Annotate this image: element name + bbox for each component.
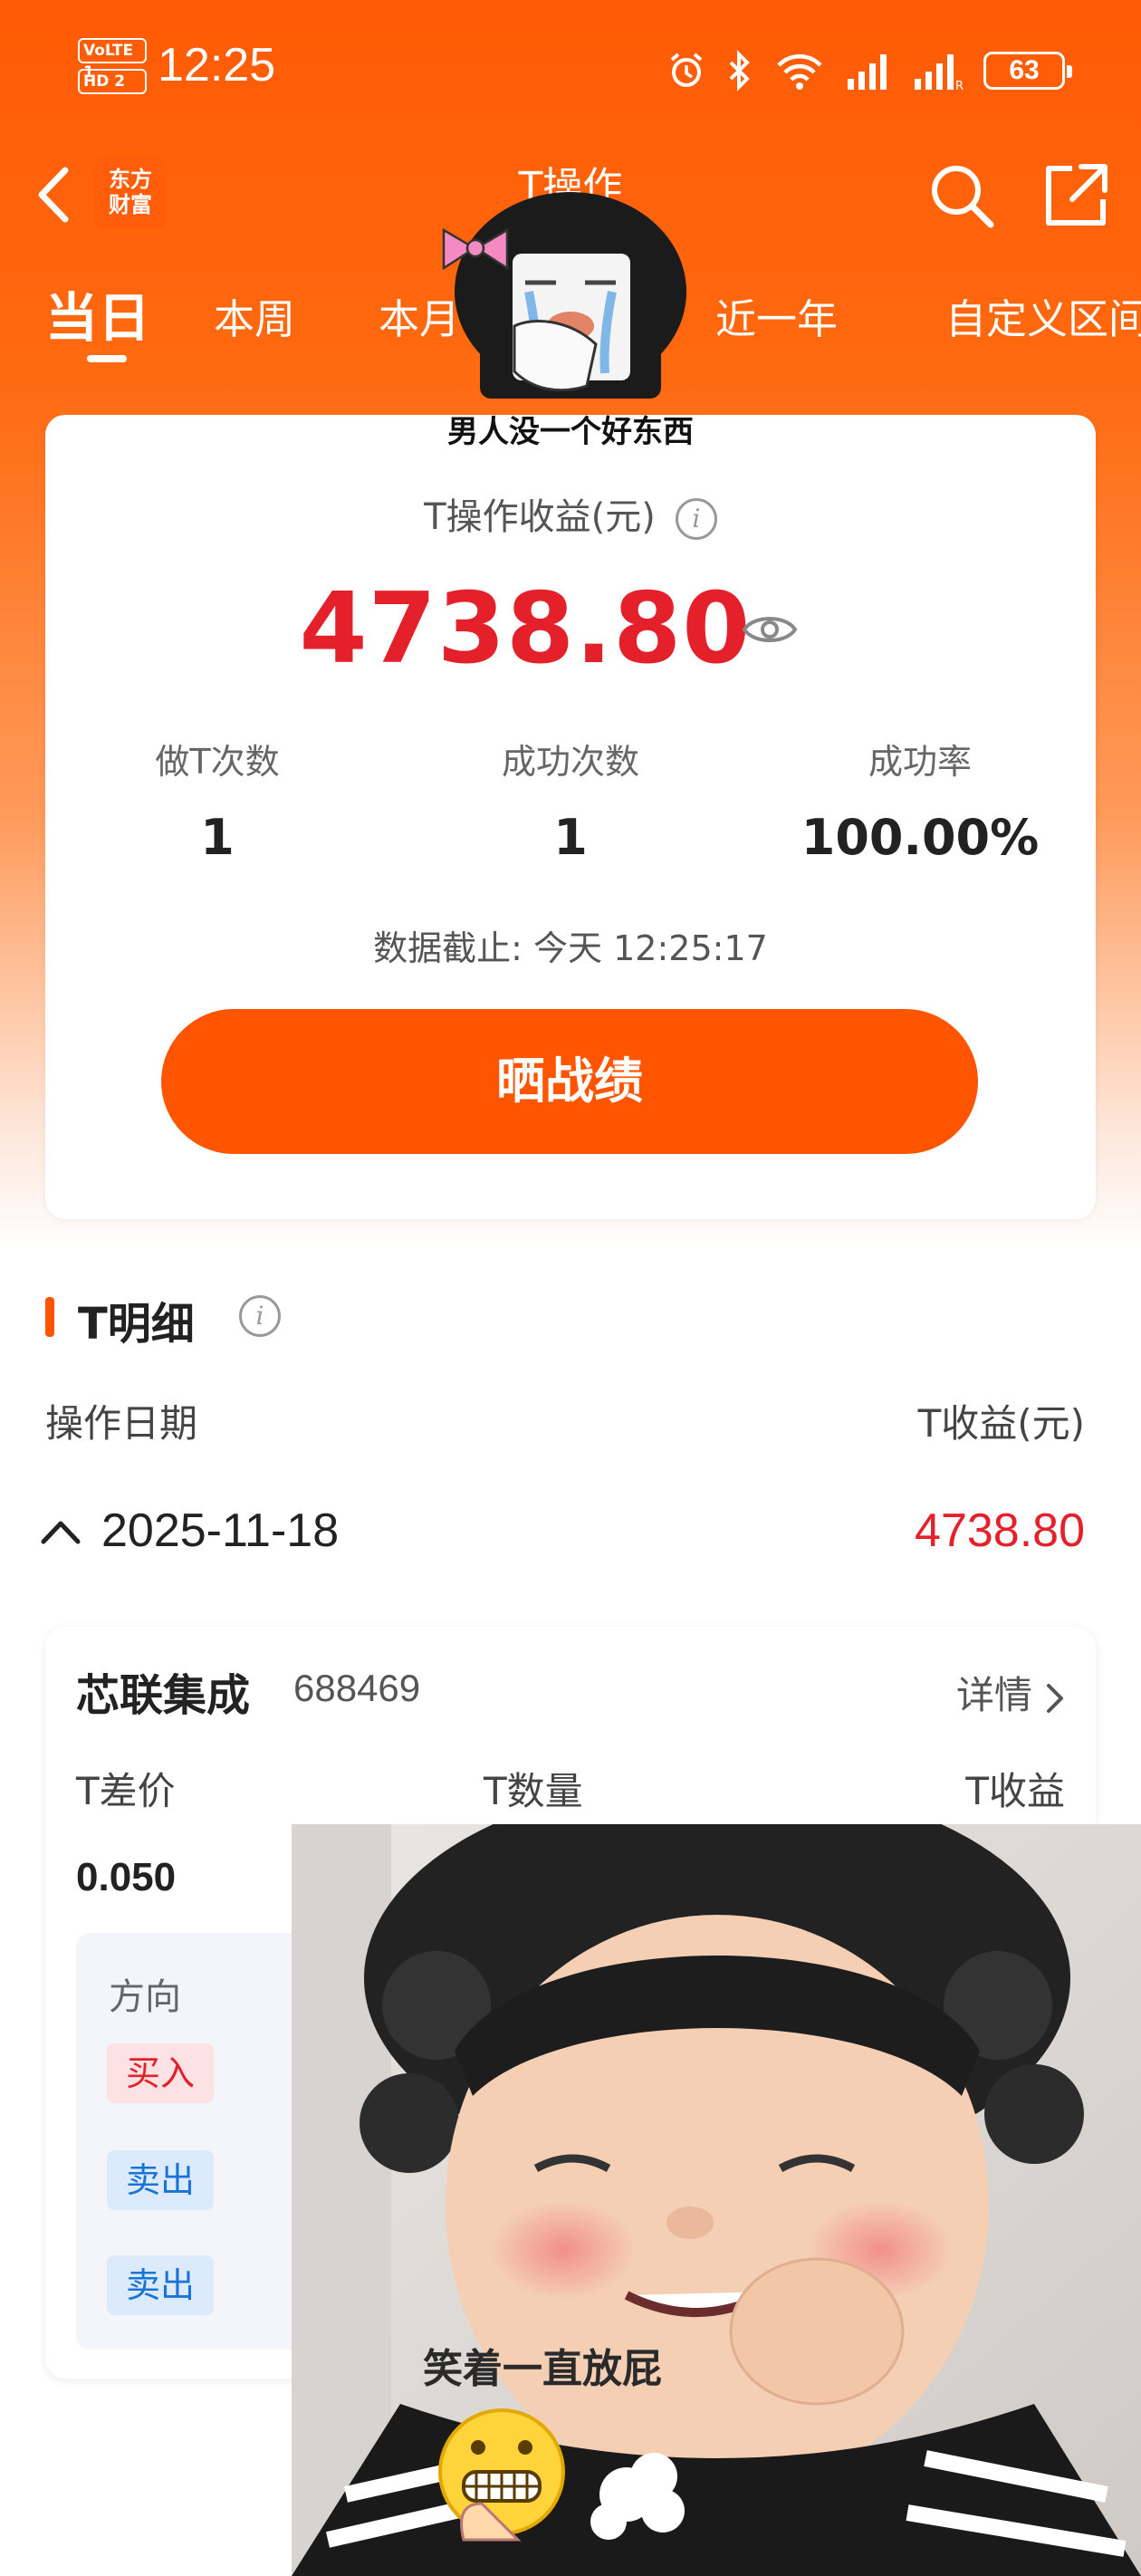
profit-title-text: T操作收益(元) xyxy=(424,496,656,538)
direction-sell-tag: 卖出 xyxy=(107,2150,214,2210)
sticker-top-caption: 男人没一个好东西 xyxy=(447,414,694,450)
sticker-bottom-caption: 笑着一直放屁 xyxy=(423,2346,662,2392)
share-results-button[interactable]: 晒战绩 xyxy=(161,1009,978,1154)
direction-buy-tag: 买入 xyxy=(107,2043,214,2103)
tab-custom-range[interactable]: 自定义区间 xyxy=(945,286,1141,345)
header-t-profit: T收益 xyxy=(965,1769,1065,1813)
status-icons: R 63 xyxy=(666,45,1072,96)
stock-name: 芯联集成 xyxy=(76,1670,251,1721)
stat-success-count: 成功次数 1 xyxy=(501,742,639,866)
header-t-spread: T差价 xyxy=(76,1769,176,1813)
tab-year[interactable]: 近一年 xyxy=(715,286,838,345)
direction-header: 方向 xyxy=(109,1976,181,2018)
active-tab-indicator xyxy=(87,355,127,362)
battery-indicator: 63 xyxy=(983,52,1072,90)
eye-icon[interactable] xyxy=(741,607,799,652)
value-t-spread: 0.050 xyxy=(76,1855,177,1899)
section-accent-bar xyxy=(45,1297,54,1337)
volte-badge: VoLTE 1 xyxy=(78,38,147,82)
tab-week[interactable]: 本周 xyxy=(214,286,295,345)
t-operation-page: VoLTE 1 HD 2 12:25 R 63 东方 财富 T操作 当日 本周 … xyxy=(0,0,1141,2576)
alarm-icon xyxy=(670,53,703,87)
stock-detail-label: 详情 xyxy=(955,1673,1032,1717)
svg-text:R: R xyxy=(955,80,964,90)
data-timestamp: 数据截止: 今天 12:25:17 xyxy=(373,928,768,968)
tab-today[interactable]: 当日 xyxy=(45,275,150,351)
column-header-date: 操作日期 xyxy=(45,1401,198,1446)
summary-card: T操作收益(元) i 4738.80 做T次数 1 成功次数 1 成功率 100.… xyxy=(45,415,1096,1219)
hd-badge: HD 2 xyxy=(78,69,147,94)
stock-code: 688469 xyxy=(293,1667,421,1709)
search-button[interactable] xyxy=(927,161,996,230)
stat-success-rate: 成功率 100.00% xyxy=(801,742,1040,866)
status-time: 12:25 xyxy=(158,39,276,91)
date-group-row[interactable]: 2025-11-18 4738.80 xyxy=(0,1504,1141,1567)
stock-detail-link[interactable]: 详情 xyxy=(956,1665,1065,1720)
network-indicator: VoLTE 1 HD 2 xyxy=(78,38,147,105)
share-button[interactable] xyxy=(1040,159,1112,232)
profit-title: T操作收益(元) i xyxy=(45,487,1096,540)
group-profit: 4738.80 xyxy=(915,1504,1085,1557)
child-photo xyxy=(292,1779,1141,2576)
stat-t-count: 做T次数 1 xyxy=(155,742,280,866)
section-info-icon[interactable]: i xyxy=(239,1295,281,1337)
header-t-quantity: T数量 xyxy=(484,1769,583,1813)
signal-2-icon: R xyxy=(915,54,964,90)
chevron-right-icon xyxy=(1047,1683,1063,1713)
section-title: T明细 xyxy=(78,1299,195,1350)
crying-sticker: 男人没一个好东西 xyxy=(442,192,694,450)
chevron-up-icon xyxy=(41,1521,81,1544)
info-icon[interactable]: i xyxy=(675,498,717,540)
bluetooth-icon xyxy=(729,50,750,91)
status-bar: VoLTE 1 HD 2 12:25 R 63 xyxy=(0,0,1141,136)
profit-amount: 4738.80 xyxy=(299,572,752,686)
child-photo-sticker: 笑着一直放屁 xyxy=(292,1779,1141,2576)
column-header-profit: T收益(元) xyxy=(917,1401,1085,1446)
share-icon xyxy=(1046,164,1107,226)
wifi-icon xyxy=(777,54,822,90)
direction-sell-tag: 卖出 xyxy=(107,2255,214,2315)
stats-row: 做T次数 1 成功次数 1 成功率 100.00% xyxy=(45,734,1096,870)
group-date: 2025-11-18 xyxy=(101,1504,340,1557)
search-icon xyxy=(932,166,994,228)
signal-1-icon xyxy=(848,54,887,90)
